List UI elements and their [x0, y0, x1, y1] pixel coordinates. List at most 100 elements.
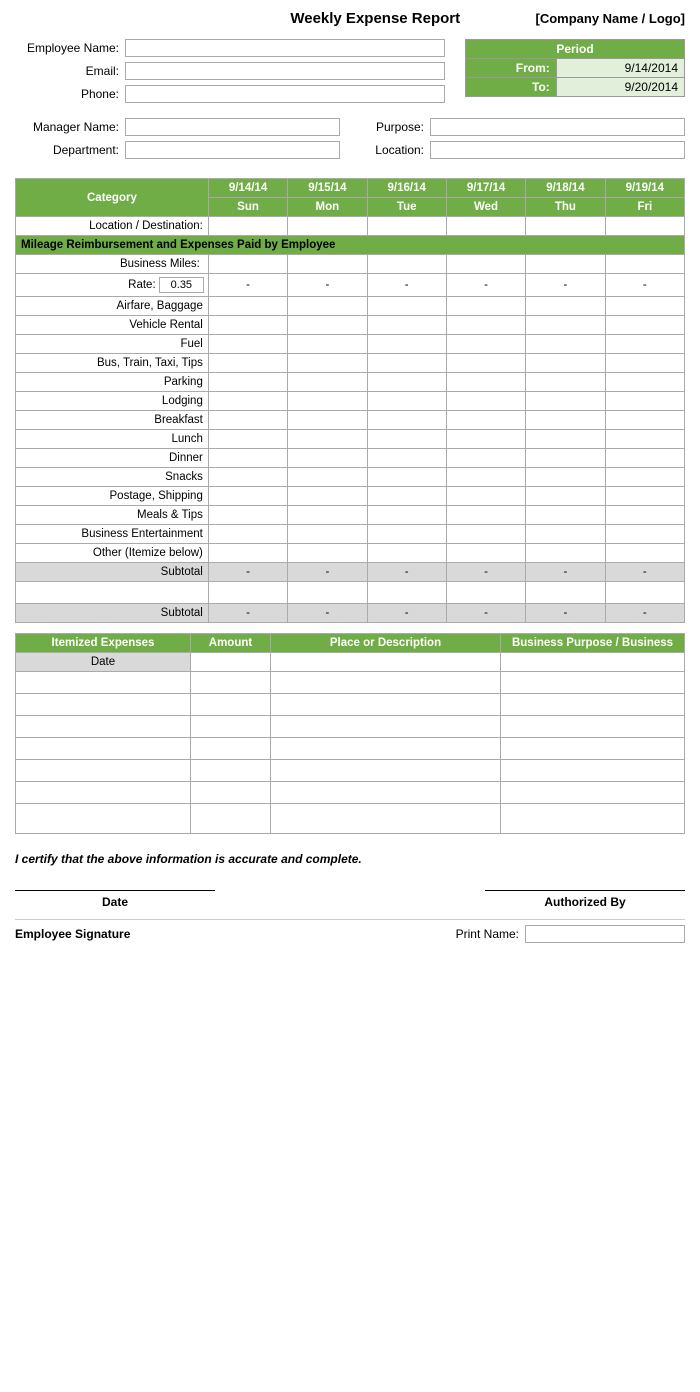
phone-input[interactable] — [125, 85, 445, 103]
cat-entertainment: Business Entertainment — [16, 525, 209, 544]
employee-sig-label: Employee Signature — [15, 927, 130, 941]
itemized-row-3 — [16, 716, 685, 738]
cat-lunch: Lunch — [16, 430, 209, 449]
itemized-row-7 — [16, 804, 685, 834]
biz-miles-d1[interactable] — [208, 255, 287, 274]
rate-d1: - — [208, 274, 287, 297]
cat-airfare: Airfare, Baggage — [16, 297, 209, 316]
table-row: Lunch — [16, 430, 685, 449]
sub1-d3: - — [367, 563, 446, 582]
rate-d5: - — [526, 274, 605, 297]
airfare-d2[interactable] — [288, 297, 367, 316]
loc-d6-cell[interactable] — [605, 217, 684, 236]
sub2-d3: - — [367, 604, 446, 623]
day-d1: Sun — [208, 198, 287, 217]
manager-label: Manager Name: — [15, 120, 125, 134]
table-row: Parking — [16, 373, 685, 392]
cat-postage: Postage, Shipping — [16, 487, 209, 506]
date-header: Date — [16, 653, 191, 672]
loc-d3-cell[interactable] — [367, 217, 446, 236]
table-row: Business Entertainment — [16, 525, 685, 544]
cat-vehicle: Vehicle Rental — [16, 316, 209, 335]
from-label: From: — [466, 59, 557, 78]
sub1-d2: - — [288, 563, 367, 582]
to-label: To: — [466, 78, 557, 97]
sub2-d2: - — [288, 604, 367, 623]
itemized-row-1 — [16, 672, 685, 694]
biz-miles-d5[interactable] — [526, 255, 605, 274]
table-row: Airfare, Baggage — [16, 297, 685, 316]
table-row: Other (Itemize below) — [16, 544, 685, 563]
phone-label: Phone: — [15, 87, 125, 101]
airfare-d3[interactable] — [367, 297, 446, 316]
table-row: Bus, Train, Taxi, Tips — [16, 354, 685, 373]
day-d6: Fri — [605, 198, 684, 217]
department-input[interactable] — [125, 141, 340, 159]
report-title: Weekly Expense Report — [215, 10, 535, 27]
amount-header: Amount — [191, 634, 271, 653]
date-d6: 9/19/14 — [605, 179, 684, 198]
loc-d1-cell[interactable] — [208, 217, 287, 236]
itemized-row-2 — [16, 694, 685, 716]
day-d2: Mon — [288, 198, 367, 217]
location-label: Location: — [360, 143, 430, 157]
biz-miles-d2[interactable] — [288, 255, 367, 274]
rate-input[interactable] — [159, 277, 204, 293]
table-row: Lodging — [16, 392, 685, 411]
sub1-d5: - — [526, 563, 605, 582]
date-sig-label: Date — [15, 895, 215, 909]
cat-breakfast: Breakfast — [16, 411, 209, 430]
itemized-row-5 — [16, 760, 685, 782]
date-d2: 9/15/14 — [288, 179, 367, 198]
airfare-d5[interactable] — [526, 297, 605, 316]
table-row: Vehicle Rental — [16, 316, 685, 335]
loc-d5-cell[interactable] — [526, 217, 605, 236]
sub1-d1: - — [208, 563, 287, 582]
business-miles-label: Business Miles: — [16, 255, 209, 274]
itemized-header: Itemized Expenses — [16, 634, 191, 653]
rate-label: Rate: — [128, 279, 156, 291]
sub1-d4: - — [446, 563, 525, 582]
email-input[interactable] — [125, 62, 445, 80]
subtotal-label-1: Subtotal — [16, 563, 209, 582]
certify-text: I certify that the above information is … — [15, 852, 685, 866]
itemized-row-4 — [16, 738, 685, 760]
day-d4: Wed — [446, 198, 525, 217]
cat-dinner: Dinner — [16, 449, 209, 468]
airfare-d1[interactable] — [208, 297, 287, 316]
location-input[interactable] — [430, 141, 685, 159]
purpose-label: Purpose: — [360, 120, 430, 134]
period-header: Period — [466, 40, 685, 59]
date-d1: 9/14/14 — [208, 179, 287, 198]
cat-bus-train: Bus, Train, Taxi, Tips — [16, 354, 209, 373]
airfare-d6[interactable] — [605, 297, 684, 316]
department-label: Department: — [15, 143, 125, 157]
biz-miles-d4[interactable] — [446, 255, 525, 274]
rate-d2: - — [288, 274, 367, 297]
rate-d6: - — [605, 274, 684, 297]
company-name: [Company Name / Logo] — [535, 11, 685, 26]
rate-label-cell: Rate: — [16, 274, 209, 297]
date-d4: 9/17/14 — [446, 179, 525, 198]
sub2-d6: - — [605, 604, 684, 623]
day-d3: Tue — [367, 198, 446, 217]
cat-lodging: Lodging — [16, 392, 209, 411]
table-row: Breakfast — [16, 411, 685, 430]
from-date: 9/14/2014 — [556, 59, 684, 78]
sub2-d5: - — [526, 604, 605, 623]
purpose-input[interactable] — [430, 118, 685, 136]
print-name-input[interactable] — [525, 925, 685, 943]
cat-other: Other (Itemize below) — [16, 544, 209, 563]
biz-miles-d6[interactable] — [605, 255, 684, 274]
cat-snacks: Snacks — [16, 468, 209, 487]
table-row: Fuel — [16, 335, 685, 354]
loc-d4-cell[interactable] — [446, 217, 525, 236]
airfare-d4[interactable] — [446, 297, 525, 316]
biz-miles-d3[interactable] — [367, 255, 446, 274]
employee-label: Employee Name: — [15, 41, 125, 55]
purpose-header: Business Purpose / Business — [501, 634, 685, 653]
manager-input[interactable] — [125, 118, 340, 136]
itemized-row-6 — [16, 782, 685, 804]
loc-d2-cell[interactable] — [288, 217, 367, 236]
employee-name-input[interactable] — [125, 39, 445, 57]
